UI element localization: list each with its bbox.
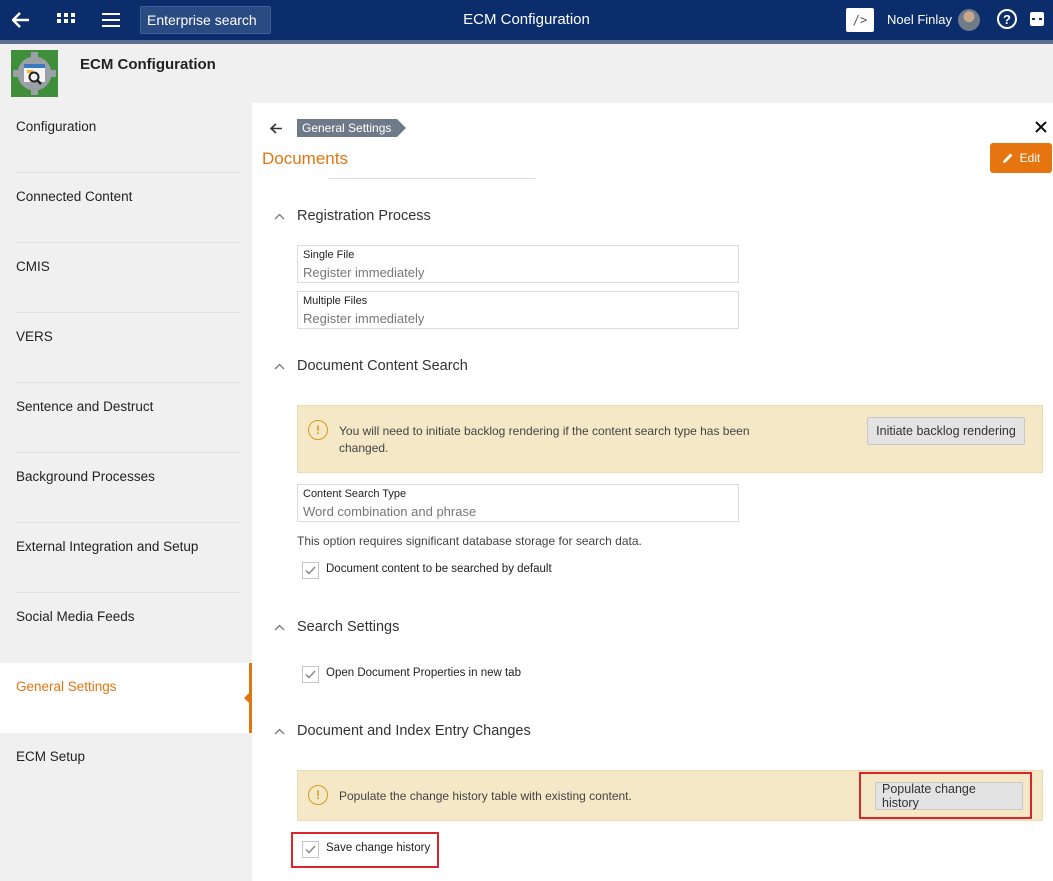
field-label: Single File: [303, 249, 355, 261]
sidebar-item-label: Configuration: [16, 119, 97, 134]
app-grid-icon[interactable]: [55, 9, 77, 31]
notice-text: You will need to initiate backlog render…: [339, 424, 750, 455]
sidebar-item-general-settings[interactable]: General Settings: [0, 663, 252, 733]
edit-button[interactable]: Edit: [990, 143, 1052, 173]
help-icon[interactable]: ?: [997, 9, 1017, 29]
storage-help-text: This option requires significant databas…: [297, 534, 642, 548]
sidebar-item-ecm-setup[interactable]: ECM Setup: [0, 733, 250, 803]
section-document-content-search[interactable]: Document Content Search: [274, 358, 468, 374]
chevron-up-icon: [274, 726, 288, 738]
section-document-index-changes[interactable]: Document and Index Entry Changes: [274, 723, 531, 739]
main-panel: General Settings Documents Edit Registra…: [252, 103, 1053, 881]
checkmark-icon: [305, 670, 316, 679]
checkmark-icon: [305, 566, 316, 575]
sidebar-item-label: VERS: [16, 329, 53, 344]
chevron-up-icon: [274, 361, 288, 373]
app-title: ECM Configuration: [80, 56, 216, 73]
field-label: Content Search Type: [303, 488, 407, 500]
section-title: Document Content Search: [297, 358, 468, 374]
warning-icon: !: [308, 785, 328, 805]
initiate-backlog-rendering-button[interactable]: Initiate backlog rendering: [867, 417, 1025, 445]
sidebar-item-label: Connected Content: [16, 189, 133, 204]
sidebar-item-configuration[interactable]: Configuration: [0, 103, 250, 173]
sidebar-item-label: Sentence and Destruct: [16, 399, 154, 414]
sidebar-item-external-integration[interactable]: External Integration and Setup: [0, 523, 250, 593]
sidebar-item-background-processes[interactable]: Background Processes: [0, 453, 250, 523]
field-label: Multiple Files: [303, 295, 368, 307]
field-value: Register immediately: [303, 311, 425, 326]
content-search-type-field[interactable]: Content Search Type Word combination and…: [297, 484, 739, 522]
app-header: ECM Configuration: [0, 44, 1053, 103]
top-bar: Enterprise search ECM Configuration /> N…: [0, 0, 1053, 40]
close-icon[interactable]: [1035, 118, 1047, 138]
sidebar-item-vers[interactable]: VERS: [0, 313, 250, 383]
breadcrumb[interactable]: General Settings: [297, 119, 407, 137]
sidebar-item-label: External Integration and Setup: [16, 539, 199, 554]
checkbox-label: Open Document Properties in new tab: [326, 667, 521, 679]
checkbox[interactable]: [302, 562, 319, 579]
single-file-field[interactable]: Single File Register immediately: [297, 245, 739, 283]
warning-icon: !: [308, 420, 328, 440]
sidebar-item-label: Background Processes: [16, 469, 155, 484]
field-value: Register immediately: [303, 265, 425, 280]
divider: [329, 178, 535, 179]
section-title: Search Settings: [297, 619, 400, 635]
sidebar-item-sentence-and-destruct[interactable]: Sentence and Destruct: [0, 383, 250, 453]
chevron-up-icon: [274, 211, 288, 223]
code-view-button[interactable]: />: [846, 8, 874, 32]
ecm-logo-icon: [11, 50, 58, 97]
highlight-box: [291, 832, 439, 868]
sidebar-item-label: ECM Setup: [16, 749, 86, 764]
multiple-files-field[interactable]: Multiple Files Register immediately: [297, 291, 739, 329]
section-title: Registration Process: [297, 208, 431, 224]
backlog-notice: ! You will need to initiate backlog rend…: [297, 405, 1043, 473]
avatar[interactable]: [958, 9, 980, 31]
switch-apps-icon[interactable]: [1030, 12, 1044, 26]
hamburger-menu-icon[interactable]: [100, 9, 122, 31]
notice-text: Populate the change history table with e…: [339, 789, 632, 803]
sidebar-item-label: Social Media Feeds: [16, 609, 135, 624]
sidebar-item-label: CMIS: [16, 259, 50, 274]
section-search-settings[interactable]: Search Settings: [274, 619, 399, 635]
edit-label: Edit: [1019, 151, 1041, 165]
sidebar-item-social-media-feeds[interactable]: Social Media Feeds: [0, 593, 250, 663]
section-registration-process[interactable]: Registration Process: [274, 208, 431, 224]
pencil-icon: [1002, 153, 1013, 163]
active-notch: [244, 693, 249, 703]
user-name[interactable]: Noel Finlay: [887, 12, 952, 27]
field-value: Word combination and phrase: [303, 504, 477, 519]
sidebar-item-connected-content[interactable]: Connected Content: [0, 173, 250, 243]
checkbox-label: Document content to be searched by defau…: [326, 563, 552, 575]
back-arrow-icon[interactable]: [10, 9, 32, 31]
highlight-box: [859, 772, 1032, 819]
section-title: Document and Index Entry Changes: [297, 723, 531, 739]
checkbox[interactable]: [302, 666, 319, 683]
sidebar-item-cmis[interactable]: CMIS: [0, 243, 250, 313]
enterprise-search-input[interactable]: Enterprise search: [140, 6, 271, 34]
chevron-up-icon: [274, 622, 288, 634]
sidebar-item-label: General Settings: [16, 679, 117, 694]
sidebar: Configuration Connected Content CMIS VER…: [0, 103, 252, 881]
page-title: Documents: [262, 149, 348, 168]
back-arrow-icon[interactable]: [269, 121, 283, 138]
